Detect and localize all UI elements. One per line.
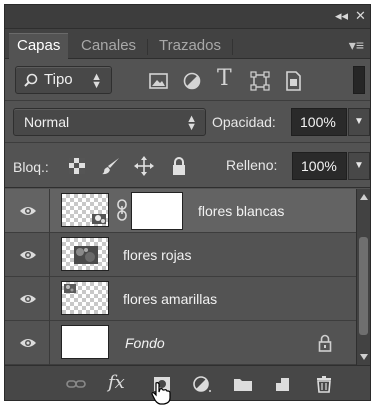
flower-thumbnail-image <box>74 246 98 264</box>
layer-name[interactable]: flores rojas <box>123 247 191 263</box>
lock-label: Bloq.: <box>13 159 49 175</box>
layer-filter-row: Tipo ▲ ▼ T <box>5 60 370 101</box>
smart-object-filter-icon[interactable] <box>282 70 304 92</box>
panel-menu-icon[interactable]: ▾≡ <box>349 37 364 54</box>
visibility-eye-icon[interactable] <box>19 291 37 307</box>
layer-row-fondo[interactable]: Fondo <box>5 321 356 365</box>
adjustment-layer-filter-icon[interactable] <box>181 70 203 92</box>
chevron-updown-icon: ▲ ▼ <box>91 71 102 91</box>
visibility-eye-icon[interactable] <box>19 335 37 351</box>
adjustment-layer-icon[interactable] <box>192 375 212 393</box>
layer-thumbnail[interactable] <box>61 237 109 271</box>
hand-pointer-cursor-icon <box>151 382 171 405</box>
new-group-folder-icon[interactable] <box>233 375 253 393</box>
filter-toggle-switch[interactable] <box>353 66 365 94</box>
flower-thumbnail-image <box>64 284 76 293</box>
layer-name[interactable]: Fondo <box>125 335 165 351</box>
opacity-dropdown-button[interactable]: ▼ <box>348 108 370 136</box>
type-layer-filter-icon[interactable]: T <box>217 66 239 91</box>
search-icon <box>24 73 38 87</box>
blend-mode-select[interactable]: Normal ▲ ▼ <box>13 108 206 136</box>
collapse-panel-icon[interactable]: ◂◂ <box>335 8 348 24</box>
lock-position-icon[interactable] <box>134 156 154 176</box>
close-panel-icon[interactable]: ✕ <box>355 8 366 24</box>
layers-bottom-toolbar: fx <box>5 365 370 400</box>
visibility-divider <box>49 277 50 321</box>
scroll-down-arrow-icon[interactable] <box>359 353 369 361</box>
filter-kind-select[interactable]: Tipo ▲ ▼ <box>15 66 112 94</box>
layer-name[interactable]: flores amarillas <box>123 291 217 307</box>
visibility-divider <box>49 233 50 277</box>
layer-style-fx-icon[interactable]: fx <box>108 372 128 393</box>
lock-image-pixels-icon[interactable] <box>101 156 121 176</box>
layer-thumbnail[interactable] <box>61 281 109 315</box>
scrollbar-thumb[interactable] <box>359 237 368 335</box>
blend-mode-value: Normal <box>24 114 70 130</box>
layers-list: flores blancas flores rojas flores amari… <box>5 189 356 365</box>
chevron-updown-icon: ▲ ▼ <box>186 113 197 133</box>
chain-link-icon[interactable] <box>116 199 128 221</box>
layer-name[interactable]: flores blancas <box>198 203 284 219</box>
scroll-up-arrow-icon[interactable] <box>359 193 369 201</box>
layer-row-flores-rojas[interactable]: flores rojas <box>5 233 356 277</box>
tab-trazados[interactable]: Trazados <box>151 34 229 58</box>
tab-divider <box>232 39 233 55</box>
layer-lock-icon <box>318 334 332 352</box>
fill-label: Relleno: <box>226 157 278 173</box>
tab-canales[interactable]: Canales <box>73 34 144 58</box>
opacity-label: Opacidad: <box>212 114 276 130</box>
visibility-eye-icon[interactable] <box>19 247 37 263</box>
tab-capas[interactable]: Capas <box>9 33 69 59</box>
link-layers-icon[interactable] <box>66 375 86 393</box>
lock-transparent-pixels-icon[interactable] <box>67 156 87 176</box>
visibility-divider <box>49 189 50 233</box>
lock-row: Bloq.: Relleno: 100% ▼ <box>5 144 370 188</box>
blend-row: Normal ▲ ▼ Opacidad: 100% ▼ <box>5 102 370 143</box>
filter-kind-label: Tipo <box>44 71 73 88</box>
panel-titlebar: ◂◂ ✕ <box>5 5 370 29</box>
shape-layer-filter-icon[interactable] <box>249 70 271 92</box>
visibility-divider <box>49 321 50 365</box>
lock-all-icon[interactable] <box>169 156 189 176</box>
fill-dropdown-button[interactable]: ▼ <box>348 152 370 180</box>
delete-layer-trash-icon[interactable] <box>314 375 334 393</box>
layer-row-flores-blancas[interactable]: flores blancas <box>5 189 356 233</box>
panel-tabs: Capas Canales Trazados ▾≡ <box>5 29 370 59</box>
tab-divider <box>147 39 148 55</box>
visibility-eye-icon[interactable] <box>19 203 37 219</box>
layer-mask-thumbnail[interactable] <box>131 192 183 230</box>
new-layer-icon[interactable] <box>273 375 293 393</box>
layer-thumbnail[interactable] <box>61 193 109 227</box>
layers-scrollbar[interactable] <box>356 189 370 365</box>
opacity-input[interactable]: 100% <box>291 108 347 136</box>
layer-thumbnail[interactable] <box>61 325 109 359</box>
layer-row-flores-amarillas[interactable]: flores amarillas <box>5 277 356 321</box>
layers-panel: ◂◂ ✕ Capas Canales Trazados ▾≡ Tipo ▲ ▼ T <box>4 4 371 401</box>
fill-input[interactable]: 100% <box>292 152 347 180</box>
flower-thumbnail-image <box>92 214 106 224</box>
pixel-layer-filter-icon[interactable] <box>148 70 170 92</box>
